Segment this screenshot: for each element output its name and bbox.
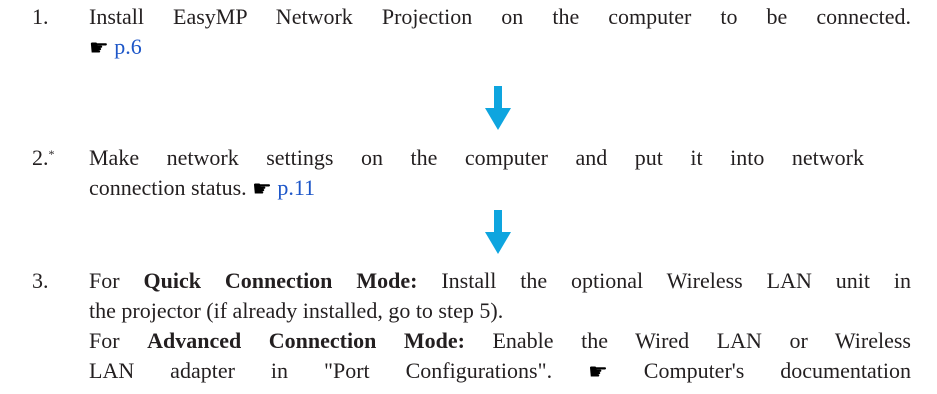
page-link[interactable]: p.6 bbox=[114, 34, 142, 59]
pointing-hand-icon: ☛ bbox=[89, 36, 109, 61]
quick-mode-line: For Quick Connection Mode: Install the o… bbox=[89, 268, 912, 293]
step-number: 2.* bbox=[32, 145, 55, 170]
step-number: 3. bbox=[32, 268, 49, 293]
pointing-hand-icon: ☛ bbox=[252, 177, 272, 202]
step-text: For Quick Connection Mode: Install the o… bbox=[89, 266, 911, 386]
down-arrow-icon bbox=[485, 210, 511, 254]
reference-text: Computer's documentation bbox=[643, 358, 912, 383]
manual-page: 1. Install EasyMP Network Projection on … bbox=[0, 0, 937, 394]
down-arrow-icon bbox=[485, 86, 511, 130]
advanced-mode-label: Advanced Connection Mode: bbox=[147, 328, 465, 353]
step-text: Make network settings on the computer an… bbox=[89, 143, 911, 203]
step-line: LAN adapter in "Port Configurations". ☛ … bbox=[89, 358, 912, 385]
footnote-mark: * bbox=[48, 147, 55, 161]
step-number: 1. bbox=[32, 4, 49, 29]
step-text: Install EasyMP Network Projection on the… bbox=[89, 2, 911, 62]
quick-mode-label: Quick Connection Mode: bbox=[143, 268, 418, 293]
step-line: connection status. ☛ p.11 bbox=[89, 175, 316, 202]
pointing-hand-icon: ☛ bbox=[588, 360, 608, 385]
advanced-mode-line: For Advanced Connection Mode: Enable the… bbox=[89, 328, 911, 353]
reference: ☛ p.6 bbox=[89, 32, 911, 62]
step-line: Make network settings on the computer an… bbox=[89, 145, 864, 170]
page-link[interactable]: p.11 bbox=[277, 175, 315, 200]
step-line: the projector (if already installed, go … bbox=[89, 298, 504, 323]
step-line: Install EasyMP Network Projection on the… bbox=[89, 4, 911, 29]
